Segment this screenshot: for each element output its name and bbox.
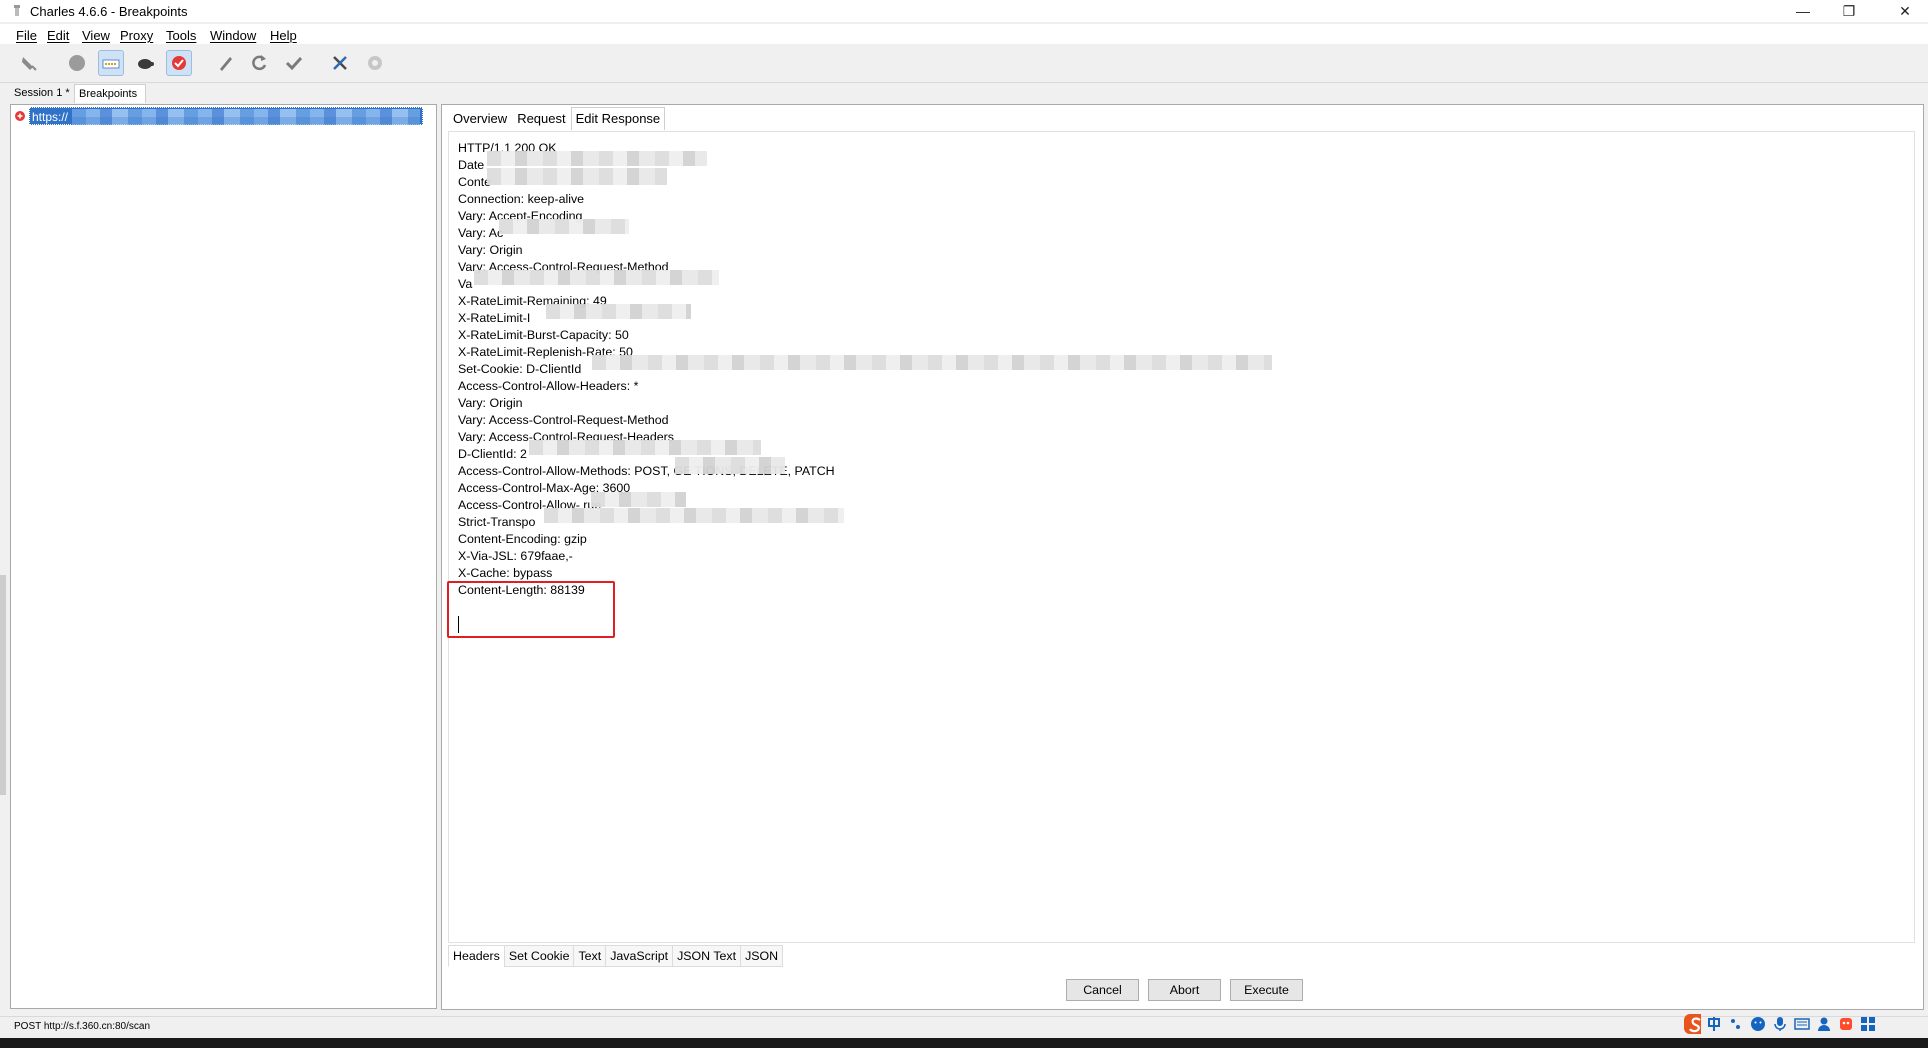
- tab-text[interactable]: Text: [573, 945, 606, 967]
- close-button[interactable]: ✕: [1882, 0, 1928, 22]
- punctuation-icon[interactable]: [1727, 1015, 1745, 1033]
- chinese-input-icon[interactable]: [1705, 1015, 1723, 1033]
- user-icon[interactable]: [1815, 1015, 1833, 1033]
- tab-json-text[interactable]: JSON Text: [672, 945, 741, 967]
- header-line: Content-Encoding: gzip: [458, 532, 587, 546]
- selected-url[interactable]: https://: [29, 107, 423, 125]
- response-view-tabs: Headers Set Cookie Text JavaScript JSON …: [448, 945, 784, 967]
- window-title: Charles 4.6.6 - Breakpoints: [30, 4, 188, 19]
- refresh-icon[interactable]: [246, 50, 272, 76]
- keyboard-icon[interactable]: [1793, 1015, 1811, 1033]
- title-bar: Charles 4.6.6 - Breakpoints — ❐ ✕: [0, 0, 1928, 22]
- menu-proxy[interactable]: Proxy: [120, 28, 153, 43]
- tab-breakpoints[interactable]: Breakpoints: [74, 84, 146, 103]
- tab-set-cookie[interactable]: Set Cookie: [503, 945, 574, 967]
- header-line: Vary: Origin: [458, 243, 523, 257]
- abort-button[interactable]: Abort: [1148, 979, 1221, 1001]
- cancel-button[interactable]: Cancel: [1066, 979, 1139, 1001]
- charles-app-icon: [14, 5, 20, 16]
- taskbar-edge: [0, 1038, 1928, 1048]
- sogou-ime-icon[interactable]: [1683, 1014, 1701, 1034]
- header-line: Strict-Transpo: [458, 515, 536, 529]
- throttle-icon[interactable]: [98, 50, 124, 76]
- redaction-blur: [487, 151, 707, 166]
- breakpoint-icon[interactable]: [166, 50, 192, 76]
- menu-bar: File Edit View Proxy Tools Window Help: [0, 24, 1928, 44]
- breakpoint-indicator-icon: [15, 111, 25, 121]
- header-line: Date: [458, 158, 485, 172]
- skin-icon[interactable]: [1837, 1015, 1855, 1033]
- execute-button[interactable]: Execute: [1230, 979, 1303, 1001]
- tab-edit-response[interactable]: Edit Response: [570, 107, 666, 130]
- highlight-annotation-box: [447, 581, 615, 638]
- redaction-blur: [499, 219, 629, 234]
- menu-help[interactable]: Help: [270, 28, 297, 43]
- left-edge-scrollbar[interactable]: [0, 575, 6, 795]
- toolbar: [0, 46, 1928, 83]
- header-line: Vary: Ac: [458, 226, 504, 240]
- header-line: X-Cache: bypass: [458, 566, 553, 580]
- header-line: Connection: keep-alive: [458, 192, 585, 206]
- redaction-blur: [529, 440, 761, 455]
- redaction-blur: [474, 270, 719, 285]
- status-bar: POST http://s.f.360.cn:80/scan: [0, 1016, 1928, 1037]
- tab-json[interactable]: JSON: [740, 945, 784, 967]
- minimize-button[interactable]: —: [1780, 0, 1826, 22]
- menu-edit[interactable]: Edit: [47, 28, 69, 43]
- redacted-url-blur: [72, 109, 420, 117]
- header-line: Set-Cookie: D-ClientId: [458, 362, 582, 376]
- redaction-blur: [591, 492, 686, 507]
- status-text: POST http://s.f.360.cn:80/scan: [14, 1021, 151, 1032]
- tab-javascript[interactable]: JavaScript: [605, 945, 673, 967]
- restore-button[interactable]: ❐: [1826, 0, 1872, 22]
- list-item[interactable]: https://: [14, 107, 423, 125]
- breakpoint-list-panel: https://: [10, 104, 437, 1009]
- menu-file[interactable]: File: [16, 28, 37, 43]
- record-icon[interactable]: [64, 50, 90, 76]
- broom-icon[interactable]: [16, 50, 42, 76]
- header-line: Access-Control-Allow-Headers: *: [458, 379, 639, 393]
- redaction-blur: [592, 355, 1272, 370]
- header-line: X-RateLimit-Burst-Capacity: 50: [458, 328, 629, 342]
- header-line: X-RateLimit-I: [458, 311, 531, 325]
- selected-url-text: https://: [32, 110, 69, 124]
- breakpoint-detail-panel: Overview Request Edit Response HTTP/1.1 …: [441, 104, 1924, 1010]
- header-line: Vary: Origin: [458, 396, 523, 410]
- menu-view[interactable]: View: [82, 28, 110, 43]
- check-icon[interactable]: [281, 50, 307, 76]
- response-headers-editor[interactable]: HTTP/1.1 200 OK Date Conte Connection: k…: [447, 131, 1915, 943]
- redaction-blur: [675, 457, 785, 474]
- header-line: Va: [458, 277, 473, 291]
- detail-tabs: Overview Request Edit Response: [448, 107, 666, 131]
- tools-icon[interactable]: [327, 50, 353, 76]
- tab-headers[interactable]: Headers: [448, 945, 504, 967]
- header-line: Vary: Access-Control-Request-Method: [458, 413, 669, 427]
- tab-overview[interactable]: Overview: [448, 107, 512, 131]
- emoji-icon[interactable]: [1749, 1015, 1767, 1033]
- redaction-blur: [487, 168, 667, 185]
- menu-tools[interactable]: Tools: [166, 28, 196, 43]
- microphone-icon[interactable]: [1771, 1015, 1789, 1033]
- toolbox-icon[interactable]: [1859, 1015, 1877, 1033]
- settings-icon[interactable]: [362, 50, 388, 76]
- pen-icon[interactable]: [213, 50, 239, 76]
- header-line: X-Via-JSL: 679faae,-: [458, 549, 573, 563]
- redaction-blur: [544, 508, 844, 523]
- turtle-icon[interactable]: [132, 50, 158, 76]
- tab-request[interactable]: Request: [512, 107, 570, 131]
- tab-session-1[interactable]: Session 1 *: [10, 84, 78, 102]
- redaction-blur: [546, 304, 691, 319]
- system-tray: [1683, 1012, 1877, 1036]
- header-line: D-ClientId: 2: [458, 447, 527, 461]
- redacted-url-blur: [72, 117, 420, 125]
- menu-window[interactable]: Window: [210, 28, 256, 43]
